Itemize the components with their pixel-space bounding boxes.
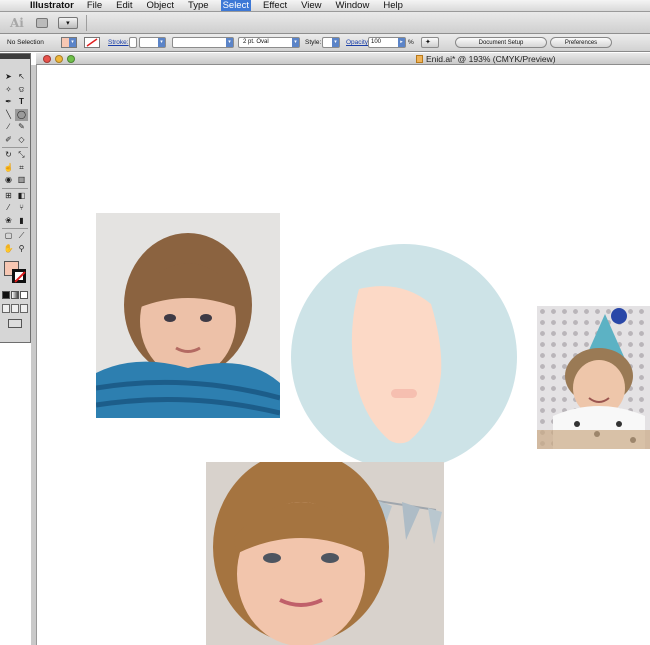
photo-content xyxy=(96,213,280,418)
slice-tool-icon[interactable]: ⟋ xyxy=(15,230,28,243)
blend-tool-icon[interactable]: ⑂ xyxy=(15,202,28,215)
application-bar: Ai ▾ xyxy=(0,12,650,34)
eraser-tool-icon[interactable]: ◇ xyxy=(15,134,28,147)
rotate-tool-icon[interactable]: ↻ xyxy=(2,149,15,162)
stroke-weight-field[interactable]: ▾ xyxy=(139,37,166,48)
free-transform-tool-icon[interactable]: ⌗ xyxy=(15,162,28,175)
brush-definition-dropdown[interactable]: 2 pt. Oval ▾ xyxy=(238,37,300,48)
menu-window[interactable]: Window xyxy=(334,0,372,11)
color-mode-buttons xyxy=(2,291,28,299)
menu-edit[interactable]: Edit xyxy=(114,0,134,11)
control-panel: No Selection ▾ Stroke: ▾ ▾ 2 pt. Oval ▾ S… xyxy=(0,34,650,52)
app-menu[interactable]: Illustrator xyxy=(30,0,74,11)
minimize-window-button[interactable] xyxy=(55,55,63,63)
column-graph-tool-icon[interactable]: ▮ xyxy=(15,215,28,228)
close-window-button[interactable] xyxy=(43,55,51,63)
go-to-bridge-button[interactable] xyxy=(35,17,48,28)
shape-builder-tool-icon[interactable]: ◉ xyxy=(2,174,15,187)
photo-content xyxy=(537,308,650,449)
reference-photo-closeup[interactable] xyxy=(206,462,444,645)
menu-help[interactable]: Help xyxy=(381,0,405,11)
opacity-percent: % xyxy=(408,39,414,46)
stroke-swatch[interactable] xyxy=(12,269,26,283)
brush-definition-value: 2 pt. Oval xyxy=(243,39,269,45)
eyedropper-tool-icon[interactable]: ⁄ xyxy=(2,202,15,215)
lasso-tool-icon[interactable]: ଡ xyxy=(15,84,28,97)
document-title: Enid.ai* @ 193% (CMYK/Preview) xyxy=(426,54,556,64)
mesh-tool-icon[interactable]: ⊞ xyxy=(2,190,15,203)
variable-width-profile-dropdown[interactable]: ▾ xyxy=(172,37,234,48)
recolor-icon: ✦ xyxy=(425,39,431,46)
menu-select[interactable]: Select xyxy=(220,0,251,11)
draw-normal-icon[interactable] xyxy=(2,304,10,313)
no-stroke-icon xyxy=(86,38,98,47)
photo-content xyxy=(206,462,444,645)
preferences-button[interactable]: Preferences xyxy=(550,37,612,48)
selection-status: No Selection xyxy=(7,39,44,46)
draw-inside-icon[interactable] xyxy=(20,304,28,313)
zoom-tool-icon[interactable]: ⚲ xyxy=(15,243,28,256)
blob-brush-tool-icon[interactable]: ✐ xyxy=(2,134,15,147)
arrange-documents-button[interactable]: ▾ xyxy=(57,16,78,29)
document-icon xyxy=(416,55,423,63)
warp-tool-icon[interactable]: ☝ xyxy=(2,162,15,175)
document-title-bar: Enid.ai* @ 193% (CMYK/Preview) xyxy=(36,53,650,65)
zoom-window-button[interactable] xyxy=(67,55,75,63)
perspective-grid-tool-icon[interactable]: ▥ xyxy=(15,174,28,187)
reference-photo-blue-sweater[interactable] xyxy=(96,213,280,418)
gradient-mode-icon[interactable] xyxy=(11,291,19,299)
document-setup-button[interactable]: Document Setup xyxy=(455,37,547,48)
line-segment-tool-icon[interactable]: ╲ xyxy=(2,109,15,122)
direct-selection-tool-icon[interactable]: ↖ xyxy=(15,71,28,84)
paintbrush-tool-icon[interactable]: ∕ xyxy=(2,121,15,134)
menu-view[interactable]: View xyxy=(299,0,323,11)
pencil-tool-icon[interactable]: ✎ xyxy=(15,121,28,134)
opacity-value: 100 xyxy=(371,39,382,45)
draw-behind-icon[interactable] xyxy=(11,304,19,313)
scale-tool-icon[interactable]: ⤡ xyxy=(15,149,28,162)
style-label: Style: xyxy=(305,39,322,46)
magic-wand-tool-icon[interactable]: ✧ xyxy=(2,84,15,97)
pen-tool-icon[interactable]: ✒ xyxy=(2,96,15,109)
menu-file[interactable]: File xyxy=(85,0,104,11)
mouth-shape xyxy=(391,389,417,398)
stroke-color-swatch[interactable] xyxy=(84,37,100,48)
fill-stroke-widget[interactable] xyxy=(4,261,28,285)
color-mode-icon[interactable] xyxy=(2,291,10,299)
gradient-tool-icon[interactable]: ◧ xyxy=(15,190,28,203)
opacity-field[interactable]: 100 ▸ xyxy=(368,37,406,48)
reference-photo-party-hat[interactable] xyxy=(537,306,650,449)
type-tool-icon[interactable]: T xyxy=(15,96,28,109)
symbol-sprayer-tool-icon[interactable]: ❀ xyxy=(2,215,15,228)
menu-type[interactable]: Type xyxy=(186,0,211,11)
graphic-style-dropdown[interactable]: ▾ xyxy=(322,37,340,48)
tools-panel: ➤ ↖ ✧ ଡ ✒ T ╲ ◯ ∕ ✎ ✐ ◇ ↻ ⤡ ☝ ⌗ ◉ ▥ ⊞ ◧ … xyxy=(0,53,31,343)
hand-tool-icon[interactable]: ✋ xyxy=(2,243,15,256)
selection-tool-icon[interactable]: ➤ xyxy=(2,71,15,84)
artboard-tool-icon[interactable]: ▢ xyxy=(2,230,15,243)
fill-color-swatch[interactable]: ▾ xyxy=(61,37,77,48)
illustrator-logo: Ai xyxy=(10,15,24,30)
stroke-weight-stepper[interactable] xyxy=(129,37,137,48)
appbar-divider xyxy=(85,14,87,31)
none-mode-icon[interactable] xyxy=(20,291,28,299)
draw-mode-buttons xyxy=(2,304,28,313)
menu-object[interactable]: Object xyxy=(145,0,176,11)
fill-dropdown-arrow-icon: ▾ xyxy=(69,38,76,47)
opacity-label[interactable]: Opacity: xyxy=(346,39,370,46)
face-illustration[interactable] xyxy=(291,244,517,470)
stroke-label[interactable]: Stroke: xyxy=(108,39,129,46)
menu-bar: Illustrator File Edit Object Type Select… xyxy=(0,0,650,12)
menu-effect[interactable]: Effect xyxy=(261,0,289,11)
canvas-edge xyxy=(31,65,37,645)
screen-mode-icon[interactable] xyxy=(8,319,22,328)
ellipse-tool-icon[interactable]: ◯ xyxy=(15,108,28,121)
recolor-artwork-button[interactable]: ✦ xyxy=(421,37,439,48)
